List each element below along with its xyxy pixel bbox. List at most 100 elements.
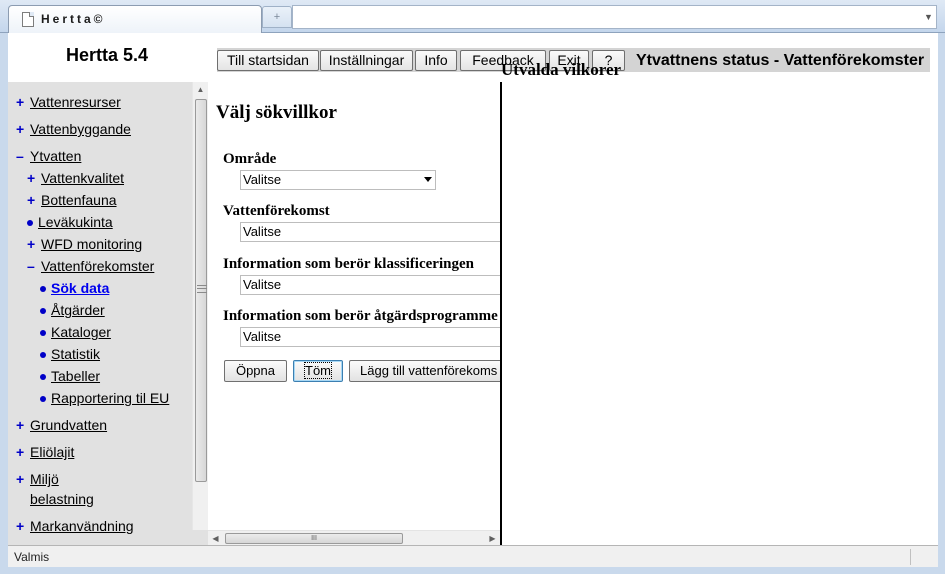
status-text: Valmis bbox=[14, 550, 50, 564]
sidebar-item-label[interactable]: belastning bbox=[30, 491, 94, 507]
sidebar-item-statistik[interactable]: Statistik bbox=[40, 346, 100, 363]
info-button[interactable]: Info bbox=[415, 50, 457, 71]
area-select-value: Valitse bbox=[243, 172, 282, 187]
add-water-body-button-label: Lägg till vattenförekoms bbox=[360, 363, 498, 378]
water-body-label: Vattenförekomst bbox=[223, 203, 330, 219]
sidebar-item-label[interactable]: Ytvatten bbox=[30, 148, 81, 164]
bullet-icon bbox=[40, 368, 51, 385]
sidebar-item-bottenfauna[interactable]: + Bottenfauna bbox=[27, 192, 117, 209]
bullet-icon bbox=[40, 346, 51, 363]
sidebar-item-label[interactable]: Leväkukinta bbox=[38, 214, 113, 230]
scrollbar-thumb[interactable] bbox=[195, 99, 207, 482]
classification-label: Information som berör klassificeringen bbox=[223, 256, 474, 272]
measures-label: Information som berör åtgärdsprogramme bbox=[223, 308, 498, 324]
collapse-minus-icon: – bbox=[27, 258, 35, 274]
sidebar-item-vattenbyggande[interactable]: + Vattenbyggande bbox=[16, 121, 131, 138]
grip-icon: III bbox=[311, 535, 317, 542]
scroll-up-icon[interactable]: ▲ bbox=[193, 82, 208, 98]
sidebar-item-atgarder[interactable]: Åtgärder bbox=[40, 302, 105, 319]
sidebar-item-label[interactable]: Rapportering til EU bbox=[51, 390, 169, 406]
sidebar-item-kataloger[interactable]: Kataloger bbox=[40, 324, 111, 341]
sidebar-item-tabeller[interactable]: Tabeller bbox=[40, 368, 100, 385]
sidebar-item-ytvatten[interactable]: – Ytvatten bbox=[16, 148, 81, 165]
sidebar-item-label[interactable]: WFD monitoring bbox=[41, 236, 142, 252]
bullet-icon bbox=[40, 324, 51, 341]
clear-button[interactable]: Töm bbox=[293, 360, 343, 382]
water-body-select-value: Valitse bbox=[243, 224, 282, 239]
page-icon bbox=[22, 12, 34, 27]
bullet-icon bbox=[40, 302, 51, 319]
open-button-label: Öppna bbox=[235, 363, 276, 378]
water-body-select[interactable]: Valitse bbox=[240, 222, 500, 242]
window-frame-right bbox=[938, 33, 945, 574]
sidebar-item-label[interactable]: Vattenresurser bbox=[30, 94, 121, 110]
form-horizontal-scrollbar[interactable]: ◀ III ▶ bbox=[208, 530, 500, 545]
sidebar-item-label[interactable]: Bottenfauna bbox=[41, 192, 117, 208]
sidebar-item-markanvandning[interactable]: + Markanvändning bbox=[16, 518, 134, 535]
expand-plus-icon: + bbox=[27, 192, 36, 208]
sidebar-item-label[interactable]: Åtgärder bbox=[51, 302, 105, 318]
expand-plus-icon: + bbox=[27, 170, 36, 186]
scroll-corner bbox=[192, 530, 208, 545]
classification-select-value: Valitse bbox=[243, 277, 282, 292]
sidebar-item-label[interactable]: Statistik bbox=[51, 346, 100, 362]
sidebar-item-grundvatten[interactable]: + Grundvatten bbox=[16, 417, 107, 434]
classification-select[interactable]: Valitse bbox=[240, 275, 500, 295]
sidebar-item-sok-data[interactable]: Sök data bbox=[40, 280, 109, 297]
chevron-down-icon[interactable]: ▼ bbox=[923, 11, 934, 23]
sidebar-scrollbar[interactable]: ▲ ▼ bbox=[192, 82, 208, 545]
app-title: Hertta 5.4 bbox=[66, 45, 149, 65]
sidebar-item-label[interactable]: Vattenförekomster bbox=[41, 258, 154, 274]
page-heading: Ytvattnens status - Vattenförekomster bbox=[636, 52, 925, 69]
expand-plus-icon: + bbox=[27, 236, 36, 252]
expand-plus-icon: + bbox=[16, 444, 25, 460]
address-bar[interactable]: ▼ bbox=[292, 5, 937, 29]
status-separator bbox=[910, 549, 911, 565]
sidebar-item-miljobelastning-cont[interactable]: belastning bbox=[30, 491, 94, 508]
browser-tab-title: Hertta© bbox=[41, 12, 106, 26]
sidebar-item-label[interactable]: Vattenbyggande bbox=[30, 121, 131, 137]
measures-select-value: Valitse bbox=[243, 329, 282, 344]
sidebar-item-wfd-monitoring[interactable]: + WFD monitoring bbox=[27, 236, 142, 253]
sidebar-item-label[interactable]: Miljö bbox=[30, 471, 59, 487]
sidebar-nav: + Vattenresurser + Vattenbyggande – Ytvatte… bbox=[8, 82, 208, 545]
sidebar-item-label[interactable]: Markanvändning bbox=[30, 518, 134, 534]
new-tab-button[interactable]: + bbox=[262, 6, 292, 28]
horizontal-scrollbar-thumb[interactable]: III bbox=[225, 533, 403, 544]
pane-divider[interactable] bbox=[500, 82, 502, 545]
clear-button-label: Töm bbox=[304, 362, 332, 379]
sidebar-item-miljobelastning[interactable]: + Miljö bbox=[16, 471, 59, 488]
scroll-left-icon[interactable]: ◀ bbox=[208, 531, 223, 545]
status-bar: Valmis bbox=[8, 545, 938, 567]
sidebar-item-vattenforekomster[interactable]: – Vattenförekomster bbox=[27, 258, 154, 275]
open-button[interactable]: Öppna bbox=[224, 360, 287, 382]
sidebar-item-label[interactable]: Grundvatten bbox=[30, 417, 107, 433]
sidebar-item-label[interactable]: Eliölajit bbox=[30, 444, 74, 460]
form-title: Välj sökvillkor bbox=[216, 102, 337, 123]
scroll-right-icon[interactable]: ▶ bbox=[485, 531, 500, 545]
add-water-body-button[interactable]: Lägg till vattenförekoms bbox=[349, 360, 500, 382]
settings-button[interactable]: Inställningar bbox=[320, 50, 413, 71]
search-form: Välj sökvillkor Område Valitse Vattenför… bbox=[208, 82, 500, 530]
sidebar-item-levakukinta[interactable]: Leväkukinta bbox=[27, 214, 113, 231]
sidebar-item-eliolajit[interactable]: + Eliölajit bbox=[16, 444, 74, 461]
expand-plus-icon: + bbox=[16, 121, 25, 137]
sidebar-item-label[interactable]: Tabeller bbox=[51, 368, 100, 384]
window-frame-left bbox=[0, 33, 8, 574]
sidebar-item-label[interactable]: Kataloger bbox=[51, 324, 111, 340]
sidebar-item-vattenkvalitet[interactable]: + Vattenkvalitet bbox=[27, 170, 124, 187]
start-page-button[interactable]: Till startsidan bbox=[217, 50, 319, 71]
measures-select[interactable]: Valitse bbox=[240, 327, 500, 347]
sidebar-item-rapportering[interactable]: Rapportering til EU bbox=[40, 390, 169, 407]
area-label: Område bbox=[223, 151, 277, 167]
area-select[interactable]: Valitse bbox=[240, 170, 436, 190]
sidebar-item-label[interactable]: Vattenkvalitet bbox=[41, 170, 124, 186]
browser-tab-strip: Hertta© + ▼ bbox=[0, 0, 945, 33]
bullet-icon bbox=[27, 214, 38, 231]
sidebar-item-vattenresurser[interactable]: + Vattenresurser bbox=[16, 94, 121, 111]
browser-tab[interactable]: Hertta© bbox=[8, 5, 262, 33]
sidebar-item-label[interactable]: Sök data bbox=[51, 280, 109, 296]
expand-plus-icon: + bbox=[16, 417, 25, 433]
page-content: Hertta 5.4 Till startsidan Inställningar… bbox=[8, 33, 938, 545]
collapse-minus-icon: – bbox=[16, 148, 24, 164]
